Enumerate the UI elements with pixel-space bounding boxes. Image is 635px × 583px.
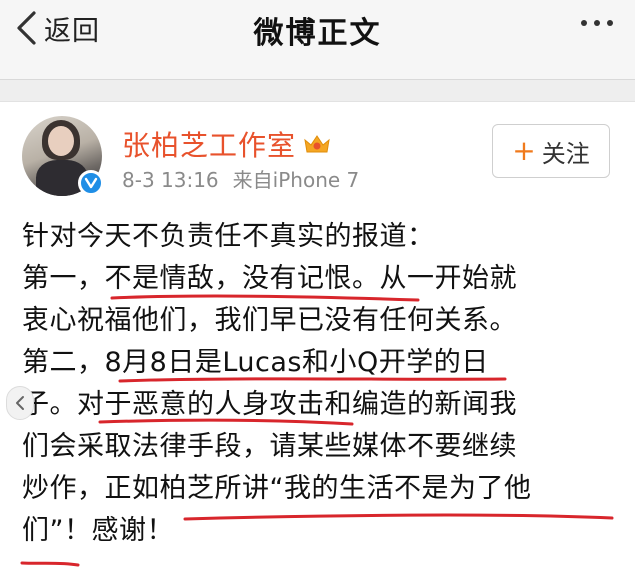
plus-icon: + — [512, 134, 536, 167]
more-dots-icon — [581, 20, 587, 26]
post-line: 炒作，正如柏芝所讲“我的生活不是为了他 — [22, 473, 532, 504]
post-source: 来自iPhone 7 — [232, 168, 360, 192]
verified-badge-icon — [78, 170, 104, 196]
chevron-left-circle-icon — [16, 396, 24, 410]
previous-arrow-button[interactable] — [6, 386, 34, 420]
follow-button[interactable]: + 关注 — [492, 124, 610, 178]
more-button[interactable] — [581, 20, 613, 26]
page-title: 微博正文 — [253, 16, 382, 51]
more-dot — [594, 20, 600, 26]
post-date: 8-3 13:16 — [122, 168, 219, 192]
post-line: 们会采取法律手段，请某些媒体不要继续 — [22, 431, 517, 462]
avatar-face — [48, 126, 74, 156]
follow-label: 关注 — [541, 139, 590, 168]
post-line: 们”！感谢！ — [22, 515, 174, 546]
crown-icon — [304, 135, 330, 153]
author-row: 张柏芝工作室 — [122, 124, 332, 164]
section-divider — [0, 80, 635, 102]
author-name[interactable]: 张柏芝工作室 — [122, 124, 296, 164]
post-content: 针对今天不负责任不真实的报道： 第一，不是情敌，没有记恨。从一开始就 衷心祝福他… — [22, 216, 622, 552]
post-line: 子。对于恶意的人身攻击和编造的新闻我 — [22, 389, 517, 420]
post-card: 张柏芝工作室 8-3 13:16 来自iPhone 7 + 关注 针对今天不负责任… — [0, 102, 635, 583]
navigation-bar: 返回 微博正文 — [0, 0, 635, 80]
post-line: 针对今天不负责任不真实的报道： — [22, 221, 435, 252]
post-line: 衷心祝福他们，我们早已没有任何关系。 — [22, 305, 517, 336]
more-dot — [607, 20, 613, 26]
post-line: 第一，不是情敌，没有记恨。从一开始就 — [22, 263, 517, 294]
post-line: 第二，8月8日是Lucas和小Q开学的日 — [22, 347, 489, 378]
post-meta: 8-3 13:16 来自iPhone 7 — [122, 164, 359, 193]
